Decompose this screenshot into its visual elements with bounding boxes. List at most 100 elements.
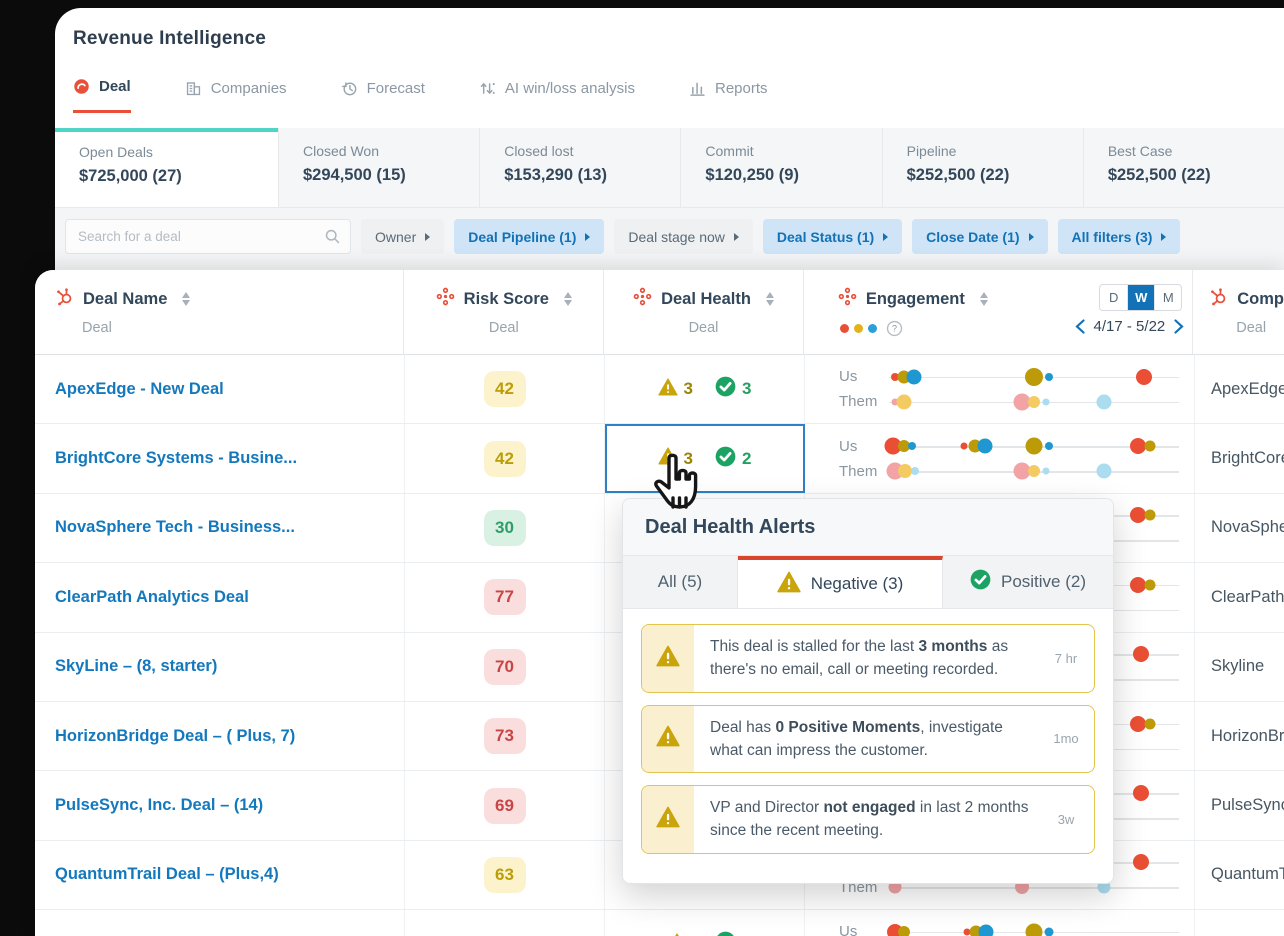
period-option-w[interactable]: W (1127, 285, 1155, 310)
sort-toggle[interactable] (563, 291, 572, 307)
filter-button-deal-pipeline-1-[interactable]: Deal Pipeline (1) (454, 219, 605, 254)
filter-label: Owner (375, 228, 417, 245)
popup-tab-positive-2-[interactable]: Positive (2) (943, 556, 1113, 608)
engagement-dot (906, 369, 922, 385)
nav-tab-label: Deal (99, 78, 131, 95)
column-header-risk-score[interactable]: Risk Score Deal (404, 270, 605, 354)
alert-card: Deal has 0 Positive Moments, investigate… (641, 704, 1095, 773)
column-title: Deal Name (83, 289, 168, 308)
help-question-icon[interactable]: ? (886, 320, 903, 337)
engagement-dot (1096, 463, 1112, 479)
period-option-d[interactable]: D (1100, 285, 1127, 310)
risk-score-pill: 73 (483, 718, 526, 755)
deal-health-cell-selected[interactable]: 32 (605, 424, 805, 493)
summary-card-closed-won[interactable]: Closed Won $294,500 (15) (278, 128, 480, 207)
column-header-deal-health[interactable]: Deal Health Deal (604, 270, 804, 354)
summary-card-closed-lost[interactable]: Closed lost $153,290 (13) (479, 128, 681, 207)
filter-button-deal-stage-now[interactable]: Deal stage now (614, 219, 753, 254)
engagement-timeline (884, 437, 1179, 455)
search-input[interactable] (65, 219, 351, 254)
warning-icon (777, 571, 801, 598)
engagement-lane-them: Them (839, 393, 1179, 411)
filter-button-all-filters-3-[interactable]: All filters (3) (1057, 219, 1181, 254)
nav-tab-label: Reports (714, 79, 768, 97)
caret-right-icon (1028, 232, 1034, 241)
warning-icon (657, 378, 678, 401)
deal-name-link[interactable]: BrightCore Systems - Busine... (55, 449, 297, 468)
engagement-timeline (886, 923, 1179, 936)
negative-count: 3 (683, 448, 693, 468)
svg-text:?: ? (892, 324, 897, 334)
engagement-timeline (889, 393, 1179, 411)
deal-name-link[interactable]: SkyLine – (8, starter) (55, 657, 217, 676)
deal-name-link[interactable]: QuantumTrail Deal – (Plus,4) (55, 865, 279, 884)
warning-icon (656, 806, 680, 833)
popup-tab-negative-3-[interactable]: Negative (3) (738, 556, 943, 608)
engagement-dot (897, 464, 912, 479)
engagement-timeline (886, 462, 1179, 480)
risk-score-cell: 70 (405, 632, 605, 701)
summary-card-best-case[interactable]: Best Case $252,500 (22) (1082, 128, 1284, 207)
nav-tab-ai-win-loss-analysis[interactable]: AI win/loss analysis (479, 78, 635, 113)
chevron-right-icon[interactable] (1174, 319, 1184, 334)
filter-button-close-date-1-[interactable]: Close Date (1) (912, 219, 1048, 254)
filter-button-owner[interactable]: Owner (361, 219, 445, 254)
deal-health-cell[interactable]: 33 (605, 355, 805, 424)
column-title: Risk Score (463, 289, 549, 308)
nav-tab-companies[interactable]: Companies (185, 78, 287, 113)
column-subtitle: Deal (488, 320, 519, 336)
deal-name-cell: QuantumTrail Deal – (Plus,4) (35, 840, 405, 910)
engagement-dot (1144, 509, 1156, 521)
popup-tab-all-5-[interactable]: All (5) (623, 556, 738, 608)
engagement-dot (1025, 367, 1043, 386)
warning-icon (657, 447, 678, 470)
deal-name-link[interactable]: HorizonBridge Deal – ( Plus, 7) (55, 727, 295, 746)
ai-winloss-icon (479, 80, 496, 97)
deal-name-link[interactable]: PulseSync, Inc. Deal – (14) (55, 796, 263, 815)
nav-tab-forecast[interactable]: Forecast (341, 78, 425, 113)
nav-tab-reports[interactable]: Reports (689, 78, 768, 113)
engagement-dot (1025, 923, 1043, 936)
alert-text: VP and Director not engaged in last 2 mo… (710, 799, 1029, 840)
companies-icon (185, 80, 202, 97)
risk-score-pill: 63 (483, 856, 526, 893)
period-option-m[interactable]: M (1154, 285, 1181, 310)
sort-toggle[interactable] (979, 291, 988, 307)
engagement-dot (896, 394, 911, 410)
engagement-dot (977, 438, 993, 454)
sort-toggle[interactable] (765, 291, 774, 307)
summary-card-pipeline[interactable]: Pipeline $252,500 (22) (881, 128, 1083, 207)
nav-tab-deal[interactable]: Deal (73, 78, 131, 113)
engagement-dot (1133, 646, 1150, 663)
positive-count: 2 (742, 448, 752, 468)
column-subtitle: Deal (82, 320, 112, 336)
deal-name-link[interactable]: NovaSphere Tech - Business... (55, 518, 295, 537)
deal-name-cell: ClearPath Analytics Deal (35, 563, 405, 632)
alert-stripe (642, 705, 694, 772)
card-label: Commit (705, 143, 754, 159)
caret-right-icon (425, 232, 431, 241)
legend-dot (853, 324, 863, 333)
column-header-company[interactable]: Comp Deal (1193, 270, 1284, 354)
engagement-lane-us: Us (839, 923, 1179, 936)
engagement-dot (1144, 718, 1156, 730)
deal-name-link[interactable]: ClearPath Analytics Deal (55, 588, 249, 607)
alert-text: Deal has 0 Positive Moments, investigate… (710, 718, 1003, 759)
filter-label: All filters (3) (1071, 228, 1153, 245)
deal-health-cell[interactable] (605, 910, 805, 936)
company-cell: ClearPath (1211, 587, 1284, 606)
reports-icon (689, 80, 706, 97)
lane-label: Them (839, 393, 878, 411)
summary-card-commit[interactable]: Commit $120,250 (9) (680, 128, 882, 207)
chevron-left-icon[interactable] (1074, 319, 1085, 334)
table-row: ApexEdge - New Deal 42 3 3 Us Them ApexEdge (35, 355, 1284, 425)
column-header-deal-name[interactable]: Deal Name Deal (35, 270, 405, 354)
sort-toggle[interactable] (182, 291, 191, 307)
summary-card-open-deals[interactable]: Open Deals $725,000 (27) (55, 128, 278, 207)
deal-name-link[interactable]: ApexEdge - New Deal (55, 380, 224, 399)
filter-button-deal-status-1-[interactable]: Deal Status (1) (762, 219, 903, 254)
lane-label: Us (839, 368, 858, 386)
deal-name-cell: NovaSphere Tech - Business... (35, 493, 405, 563)
engagement-dot (897, 925, 910, 936)
caret-right-icon (1161, 232, 1167, 241)
